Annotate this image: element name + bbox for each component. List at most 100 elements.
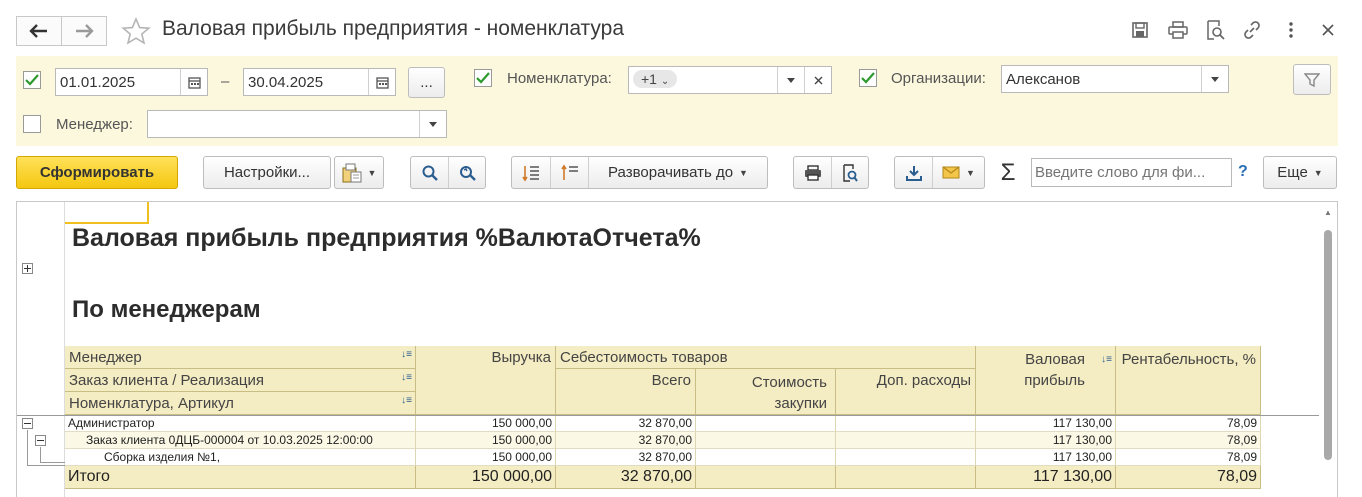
chevron-down-icon: ⌄ (660, 76, 670, 87)
calendar-icon[interactable] (180, 69, 207, 95)
scroll-up-arrow-icon[interactable]: ▲ (1324, 208, 1332, 217)
collapse-all-button[interactable] (550, 157, 588, 188)
header-profitability[interactable]: Рентабельность, % (1116, 346, 1261, 415)
settings-button[interactable]: Настройки... (203, 156, 331, 189)
row-cost-total: 32 870,00 (556, 415, 696, 432)
row-gross: 117 130,00 (976, 432, 1116, 449)
filter-panel: 01.01.2025 – 30.04.2025 ... Номенклатура… (16, 56, 1338, 146)
row-gross: 117 130,00 (976, 415, 1116, 432)
find-next-button[interactable] (448, 157, 485, 188)
print-button[interactable] (794, 157, 831, 188)
manager-checkbox[interactable] (23, 115, 41, 133)
checkmark-icon (861, 72, 875, 84)
row-profit: 78,09 (1116, 449, 1261, 466)
expand-group: Разворачивать до ▼ (511, 156, 768, 189)
expand-plus-icon[interactable] (22, 263, 33, 274)
scroll-thumb[interactable] (1324, 230, 1332, 460)
more-button[interactable]: Еще ▼ (1263, 156, 1337, 189)
manager-label: Менеджер: (56, 116, 133, 133)
sort-icon[interactable]: ↓≡ (401, 349, 412, 360)
close-icon[interactable] (1316, 18, 1340, 42)
row-name: Сборка изделия №1, (65, 449, 416, 466)
checkmark-icon (476, 72, 490, 84)
favorite-star-icon[interactable] (121, 16, 151, 48)
help-icon[interactable]: ? (1238, 163, 1248, 181)
calendar-icon[interactable] (368, 69, 395, 95)
organizations-value: Алексанов (1006, 71, 1081, 88)
variants-button[interactable]: ▼ (334, 156, 384, 189)
link-icon[interactable] (1240, 18, 1264, 42)
arrow-left-icon (29, 24, 47, 38)
header-cost-purchase[interactable]: Стоимость закупки (696, 369, 836, 415)
header-group3[interactable]: Номенклатура, Артикул ↓≡ (65, 392, 416, 415)
forward-button[interactable] (61, 16, 107, 46)
tree-line (40, 462, 65, 463)
collapse-minus-icon[interactable] (35, 435, 46, 446)
dropdown-arrow-icon: ▼ (739, 167, 748, 178)
send-email-button[interactable]: ▼ (932, 157, 984, 188)
print-group (793, 156, 869, 189)
sort-icon[interactable]: ↓≡ (401, 372, 412, 383)
expand-to-button[interactable]: Разворачивать до ▼ (588, 157, 767, 188)
sum-button[interactable]: Σ (996, 159, 1020, 187)
active-cell-marker (65, 202, 149, 224)
total-cost-purchase (696, 466, 836, 489)
header-cost-extra[interactable]: Доп. расходы (836, 369, 976, 415)
row-revenue: 150 000,00 (416, 415, 556, 432)
header-cost-total[interactable]: Всего (556, 369, 696, 415)
expand-rows-icon (522, 165, 539, 181)
row-cost-total: 32 870,00 (556, 449, 696, 466)
nomenclature-field[interactable]: +1 ⌄ (628, 66, 832, 94)
print-icon[interactable] (1166, 18, 1190, 42)
save-to-file-button[interactable] (895, 157, 932, 188)
sigma-icon: Σ (1000, 159, 1016, 186)
save-icon[interactable] (1128, 18, 1152, 42)
more-vert-icon[interactable] (1279, 18, 1303, 42)
row-cost-extra (836, 415, 976, 432)
date-to-field[interactable]: 30.04.2025 (243, 68, 396, 96)
total-gross: 117 130,00 (976, 466, 1116, 489)
find-button[interactable] (411, 157, 448, 188)
header-group2[interactable]: Заказ клиента / Реализация ↓≡ (65, 369, 416, 392)
tree-line (40, 447, 41, 463)
row-cost-total: 32 870,00 (556, 432, 696, 449)
preview-icon[interactable] (1203, 18, 1227, 42)
period-checkbox[interactable] (23, 71, 41, 89)
header-group1[interactable]: Менеджер ↓≡ (65, 346, 416, 369)
clear-icon[interactable] (804, 67, 831, 93)
report-title: Валовая прибыль предприятия %ВалютаОтчет… (72, 224, 701, 252)
header-revenue[interactable]: Выручка (416, 346, 556, 415)
date-separator: – (221, 73, 230, 90)
collapse-minus-icon[interactable] (22, 418, 33, 429)
row-cost-purchase (696, 415, 836, 432)
organizations-field[interactable]: Алексанов (1001, 65, 1229, 93)
nomenclature-count-pill[interactable]: +1 ⌄ (633, 70, 678, 88)
search-icon (422, 165, 438, 181)
dropdown-arrow-icon[interactable] (1201, 66, 1228, 92)
dropdown-arrow-icon[interactable] (419, 111, 446, 137)
report-area[interactable]: Валовая прибыль предприятия %ВалютаОтчет… (16, 201, 1338, 497)
nomenclature-label: Номенклатура: (507, 70, 612, 87)
sort-icon[interactable]: ↓≡ (401, 395, 412, 406)
sort-desc-icon[interactable]: ↓≡ (1101, 349, 1112, 370)
row-cost-purchase (696, 432, 836, 449)
period-select-button[interactable]: ... (408, 67, 445, 98)
expand-all-button[interactable] (512, 157, 550, 188)
search-input[interactable] (1031, 158, 1232, 187)
header-cost[interactable]: Себестоимость товаров (556, 346, 976, 369)
back-button[interactable] (16, 16, 62, 46)
manager-field[interactable] (147, 110, 447, 138)
date-from-field[interactable]: 01.01.2025 (55, 68, 208, 96)
nomenclature-checkbox[interactable] (474, 69, 492, 87)
filter-button[interactable] (1293, 64, 1331, 95)
print-preview-button[interactable] (831, 157, 868, 188)
generate-button[interactable]: Сформировать (16, 156, 178, 189)
vertical-scrollbar[interactable]: ▲ (1323, 208, 1333, 497)
row-name: Администратор (65, 415, 416, 432)
checkmark-icon (25, 74, 39, 86)
window-title: Валовая прибыль предприятия - номенклату… (162, 17, 625, 40)
header-gross-profit[interactable]: Валовая прибыль ↓≡ (976, 346, 1116, 415)
dropdown-arrow-icon[interactable] (777, 67, 804, 93)
organizations-checkbox[interactable] (859, 69, 877, 87)
dropdown-arrow-icon: ▼ (966, 167, 975, 178)
